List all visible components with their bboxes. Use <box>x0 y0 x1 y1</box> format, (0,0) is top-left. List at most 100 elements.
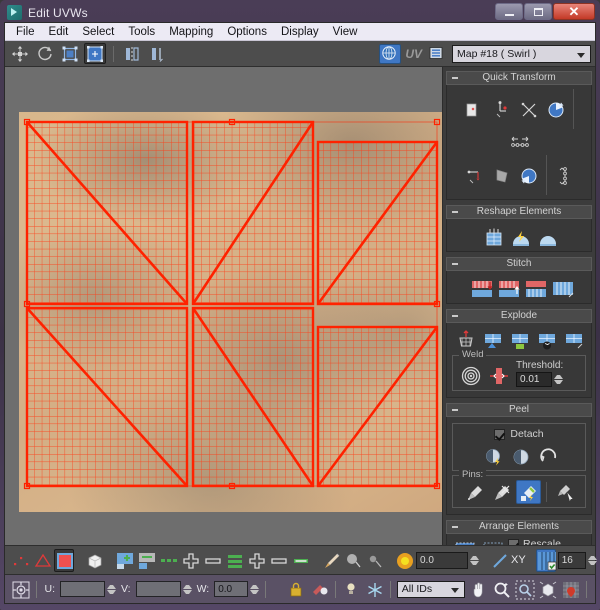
pelt-map-button[interactable] <box>480 223 505 247</box>
target-weld-button[interactable] <box>456 362 481 386</box>
align-to-horizontal-edge-button[interactable] <box>489 97 514 121</box>
rotate-90-ccw-button[interactable] <box>543 97 568 121</box>
falloff-value-input[interactable]: 0.0 <box>416 552 468 569</box>
space-vertical-button[interactable] <box>552 163 577 187</box>
id-select[interactable]: All IDs <box>397 581 466 598</box>
mirror-tool[interactable] <box>121 43 143 64</box>
stitch-custom-button[interactable] <box>493 275 518 299</box>
pack-normalize-button[interactable] <box>450 538 475 545</box>
w-spinner[interactable] <box>250 585 259 594</box>
shrink-selection-button[interactable] <box>202 549 222 572</box>
v-input[interactable] <box>136 581 181 597</box>
rescale-elements-button[interactable] <box>478 538 503 545</box>
transform-center-button[interactable] <box>10 578 30 601</box>
zoom-view-button[interactable] <box>491 578 511 601</box>
quick-peel-button[interactable] <box>507 223 532 247</box>
edge-mode-button[interactable] <box>32 549 52 572</box>
u-input[interactable] <box>60 581 105 597</box>
quick-peel-mode-button[interactable] <box>480 443 505 467</box>
map-select[interactable]: Map #18 ( Swirl ) <box>452 45 591 63</box>
align-element-horizontal-button[interactable] <box>462 163 487 187</box>
rollout-header-stitch[interactable]: Stitch <box>446 257 592 271</box>
select-pin-button[interactable] <box>552 480 577 504</box>
element-mode-button[interactable] <box>84 549 104 572</box>
threshold-spinner[interactable] <box>554 375 563 384</box>
map-list-button[interactable] <box>426 43 448 64</box>
explode-by-polygon-button[interactable] <box>507 327 532 351</box>
menu-edit[interactable]: Edit <box>42 24 76 40</box>
maximize-button[interactable] <box>524 3 552 20</box>
peel-mode-button[interactable] <box>507 443 532 467</box>
uv-shell[interactable] <box>27 122 187 304</box>
rollout-header-quick-transform[interactable]: Quick Transform <box>446 71 592 85</box>
stitch-diagonal-button[interactable] <box>547 275 572 299</box>
paint-select-brush-button[interactable] <box>320 549 340 572</box>
grid-spinner[interactable] <box>588 556 597 565</box>
rollout-header-arrange-elements[interactable]: Arrange Elements <box>446 520 592 534</box>
menu-file[interactable]: File <box>9 24 42 40</box>
stitch-target-button[interactable] <box>520 275 545 299</box>
unpin-button[interactable] <box>489 480 514 504</box>
mirror-axis-button[interactable] <box>489 549 509 572</box>
uv-shell[interactable] <box>27 308 187 486</box>
rotate-tool[interactable] <box>34 43 56 64</box>
align-element-to-edge-button[interactable] <box>489 163 514 187</box>
menu-select[interactable]: Select <box>75 24 121 40</box>
stitch-selected-button[interactable] <box>466 275 491 299</box>
align-to-vertical-edge-button[interactable] <box>462 97 487 121</box>
zoom-extents-button[interactable] <box>537 578 557 601</box>
grid-size-input[interactable]: 16 <box>558 552 586 569</box>
reset-peel-button[interactable] <box>534 443 559 467</box>
uv-shell[interactable] <box>193 308 313 486</box>
soft-selection-button[interactable] <box>394 549 414 572</box>
explode-by-material-button[interactable] <box>534 327 559 351</box>
menu-view[interactable]: View <box>326 24 365 40</box>
uv-shell[interactable] <box>318 142 437 304</box>
minimize-button[interactable] <box>495 3 523 20</box>
close-button[interactable]: ✕ <box>553 3 595 20</box>
grid-snap-toggle[interactable] <box>536 549 556 572</box>
grow-selection-button[interactable] <box>180 549 200 572</box>
pin-button[interactable] <box>462 480 487 504</box>
uv-shell[interactable] <box>193 122 313 304</box>
explode-by-angle-button[interactable] <box>480 327 505 351</box>
falloff-spinner[interactable] <box>470 556 479 565</box>
bulb-button[interactable] <box>341 578 361 601</box>
menu-mapping[interactable]: Mapping <box>162 24 220 40</box>
detach-checkbox[interactable] <box>494 429 505 440</box>
face-mode-button[interactable] <box>54 549 74 572</box>
soft-selection-falloff-button[interactable] <box>342 549 362 572</box>
ring-uv-button[interactable] <box>290 549 310 572</box>
lock-button[interactable] <box>286 578 306 601</box>
menu-display[interactable]: Display <box>274 24 326 40</box>
break-button[interactable] <box>453 327 478 351</box>
explode-face-button[interactable] <box>561 327 586 351</box>
vertex-mode-button[interactable] <box>10 549 30 572</box>
ignore-backfacing-button[interactable] <box>136 549 156 572</box>
straighten-selection-button[interactable] <box>516 97 541 121</box>
loop-uv-button[interactable] <box>224 549 244 572</box>
flip-tool[interactable] <box>146 43 168 64</box>
uv-edit-canvas[interactable] <box>5 67 443 545</box>
zoom-region-button[interactable] <box>514 578 534 601</box>
threshold-input[interactable]: 0.01 <box>516 372 552 387</box>
menu-tools[interactable]: Tools <box>121 24 162 40</box>
show-map-button[interactable] <box>379 44 401 64</box>
filter-pins-button[interactable] <box>516 480 541 504</box>
u-spinner[interactable] <box>107 585 116 594</box>
select-edge-loop-button[interactable] <box>158 549 178 572</box>
freeform-mode-button[interactable] <box>84 43 106 64</box>
rollout-header-explode[interactable]: Explode <box>446 309 592 323</box>
snowflake-snap-button[interactable] <box>364 578 384 601</box>
v-spinner[interactable] <box>183 585 192 594</box>
shrink-loop-button[interactable] <box>268 549 288 572</box>
space-horizontal-button[interactable] <box>507 131 532 155</box>
zoom-extents-selected-button[interactable] <box>560 578 580 601</box>
w-input[interactable]: 0.0 <box>214 581 248 597</box>
scale-tool[interactable] <box>59 43 81 64</box>
rollout-header-peel[interactable]: Peel <box>446 403 592 417</box>
menu-options[interactable]: Options <box>220 24 274 40</box>
weld-selected-button[interactable] <box>484 362 509 386</box>
move-tool[interactable] <box>9 43 31 64</box>
uv-shell[interactable] <box>318 327 437 486</box>
